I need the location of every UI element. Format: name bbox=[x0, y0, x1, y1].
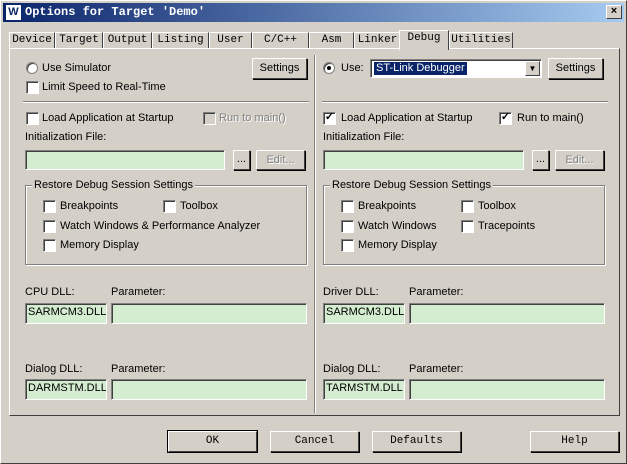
check-icon: ✓ bbox=[500, 111, 511, 123]
use-debugger-label: Use: bbox=[341, 62, 364, 74]
left-breakpoints-checkbox[interactable] bbox=[43, 200, 56, 213]
use-simulator-radio[interactable] bbox=[26, 62, 38, 74]
limit-speed-label: Limit Speed to Real-Time bbox=[42, 81, 166, 93]
right-browse-button[interactable]: ... bbox=[532, 150, 549, 170]
tab-user[interactable]: User bbox=[209, 32, 252, 49]
left-load-app-checkbox[interactable] bbox=[26, 112, 39, 125]
left-dialog-dll-input[interactable]: DARMSTM.DLL bbox=[25, 379, 107, 400]
right-dialog-dll-label: Dialog DLL: bbox=[323, 363, 381, 375]
window-title: Options for Target 'Demo' bbox=[25, 5, 206, 19]
left-toolbox-checkbox[interactable] bbox=[163, 200, 176, 213]
tab-output[interactable]: Output bbox=[103, 32, 152, 49]
app-icon: W bbox=[6, 5, 21, 20]
left-breakpoints-label: Breakpoints bbox=[60, 200, 119, 212]
left-edit-button[interactable]: Edit... bbox=[256, 150, 305, 170]
debugger-settings-button[interactable]: Settings bbox=[548, 58, 603, 79]
tab-target[interactable]: Target bbox=[55, 32, 103, 49]
tab-asm[interactable]: Asm bbox=[309, 32, 354, 49]
left-run-to-main-label: Run to main() bbox=[219, 112, 286, 124]
driver-param-label: Parameter: bbox=[409, 286, 464, 298]
right-dialog-param-label: Parameter: bbox=[409, 363, 464, 375]
left-browse-button[interactable]: ... bbox=[233, 150, 250, 170]
check-icon: ✓ bbox=[324, 111, 335, 123]
left-memory-label: Memory Display bbox=[60, 239, 139, 251]
right-run-to-main-label: Run to main() bbox=[517, 112, 584, 124]
right-toolbox-checkbox[interactable] bbox=[461, 200, 474, 213]
debug-panel: Use Simulator Limit Speed to Real-Time S… bbox=[9, 48, 620, 416]
right-dialog-param-input[interactable] bbox=[409, 379, 605, 400]
left-init-file-input[interactable] bbox=[25, 150, 225, 170]
right-restore-title: Restore Debug Session Settings bbox=[330, 179, 493, 192]
right-watch-checkbox[interactable] bbox=[341, 220, 354, 233]
right-breakpoints-checkbox[interactable] bbox=[341, 200, 354, 213]
driver-dll-input[interactable]: SARMCM3.DLL bbox=[323, 303, 405, 324]
right-load-app-checkbox[interactable]: ✓ bbox=[323, 111, 336, 125]
close-icon: × bbox=[610, 5, 618, 17]
left-toolbox-label: Toolbox bbox=[180, 200, 218, 212]
left-dialog-param-input[interactable] bbox=[111, 379, 307, 400]
limit-speed-checkbox[interactable] bbox=[26, 81, 39, 94]
simulator-settings-button[interactable]: Settings bbox=[252, 58, 307, 79]
right-tracepoints-checkbox[interactable] bbox=[461, 220, 474, 233]
right-dialog-dll-input[interactable]: TARMSTM.DLL bbox=[323, 379, 405, 400]
driver-dll-label: Driver DLL: bbox=[323, 286, 379, 298]
help-button[interactable]: Help bbox=[530, 431, 619, 452]
right-tracepoints-label: Tracepoints bbox=[478, 220, 536, 232]
chevron-down-icon[interactable]: ▼ bbox=[525, 61, 540, 76]
debugger-select[interactable]: ST-Link Debugger ▼ bbox=[370, 59, 542, 78]
right-load-app-label: Load Application at Startup bbox=[341, 112, 473, 124]
tab-utilities[interactable]: Utilities bbox=[449, 32, 513, 49]
tab-device[interactable]: Device bbox=[9, 32, 55, 49]
cancel-button[interactable]: Cancel bbox=[270, 431, 359, 452]
driver-param-input[interactable] bbox=[409, 303, 605, 324]
tab-c-cpp[interactable]: C/C++ bbox=[252, 32, 309, 49]
defaults-button[interactable]: Defaults bbox=[372, 431, 461, 452]
cpu-dll-input[interactable]: SARMCM3.DLL bbox=[25, 303, 107, 324]
right-init-file-label: Initialization File: bbox=[323, 131, 405, 143]
right-memory-checkbox[interactable] bbox=[341, 239, 354, 252]
right-init-file-input[interactable] bbox=[323, 150, 524, 170]
title-bar[interactable]: W Options for Target 'Demo' × bbox=[3, 3, 624, 22]
tab-linker[interactable]: Linker bbox=[354, 32, 401, 49]
left-run-to-main-checkbox[interactable] bbox=[203, 112, 216, 125]
right-separator bbox=[322, 101, 608, 103]
use-debugger-radio[interactable] bbox=[323, 62, 335, 74]
cpu-param-input[interactable] bbox=[111, 303, 307, 324]
ok-button[interactable]: OK bbox=[167, 430, 258, 453]
left-dialog-param-label: Parameter: bbox=[111, 363, 166, 375]
radio-selected-dot bbox=[327, 66, 331, 70]
cpu-param-label: Parameter: bbox=[111, 286, 166, 298]
left-watch-checkbox[interactable] bbox=[43, 220, 56, 233]
right-run-to-main-checkbox[interactable]: ✓ bbox=[499, 111, 512, 125]
left-init-file-label: Initialization File: bbox=[25, 131, 107, 143]
options-dialog: W Options for Target 'Demo' × Device Tar… bbox=[0, 0, 627, 464]
left-separator bbox=[23, 101, 309, 103]
right-toolbox-label: Toolbox bbox=[478, 200, 516, 212]
right-breakpoints-label: Breakpoints bbox=[358, 200, 417, 212]
column-divider bbox=[314, 55, 316, 413]
debugger-select-value: ST-Link Debugger bbox=[374, 62, 467, 75]
left-load-app-label: Load Application at Startup bbox=[42, 112, 174, 124]
left-dialog-dll-label: Dialog DLL: bbox=[25, 363, 83, 375]
right-memory-label: Memory Display bbox=[358, 239, 437, 251]
right-edit-button[interactable]: Edit... bbox=[555, 150, 604, 170]
close-button[interactable]: × bbox=[606, 5, 622, 19]
tab-listing[interactable]: Listing bbox=[152, 32, 209, 49]
left-memory-checkbox[interactable] bbox=[43, 239, 56, 252]
right-watch-label: Watch Windows bbox=[358, 220, 437, 232]
use-simulator-label: Use Simulator bbox=[42, 62, 112, 74]
cpu-dll-label: CPU DLL: bbox=[25, 286, 75, 298]
tab-debug[interactable]: Debug bbox=[399, 30, 449, 50]
left-restore-title: Restore Debug Session Settings bbox=[32, 179, 195, 192]
left-watch-label: Watch Windows & Performance Analyzer bbox=[60, 220, 261, 232]
